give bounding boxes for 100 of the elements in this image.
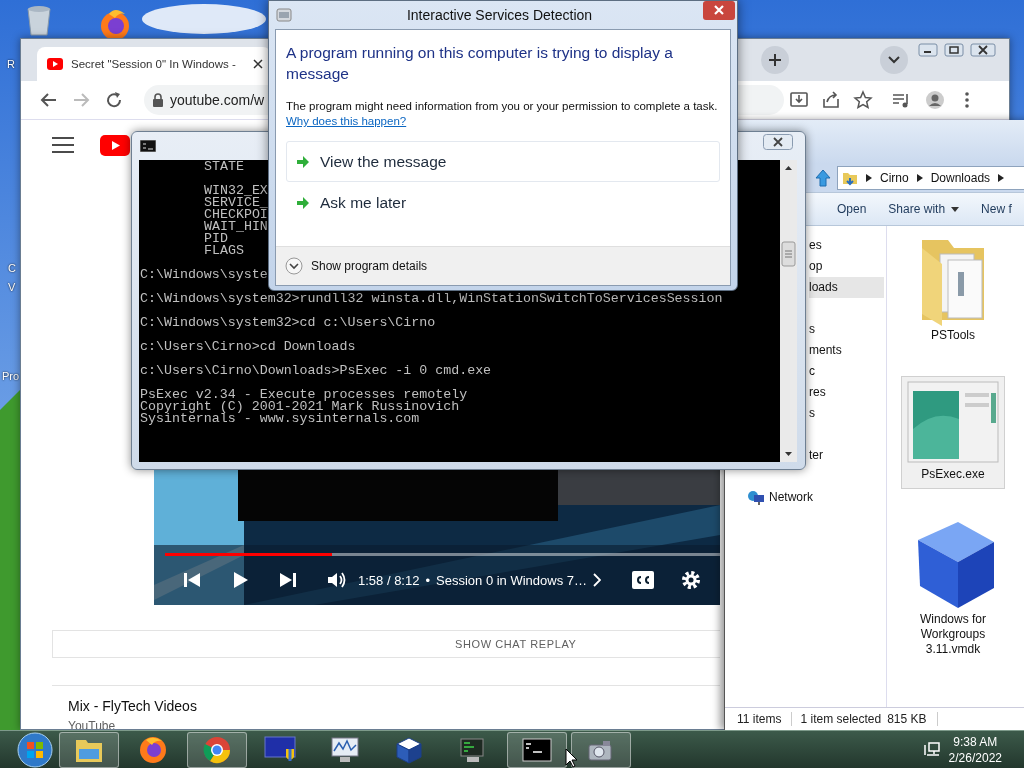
network-icon[interactable] (922, 741, 941, 759)
console-line: CHECKPOI (204, 209, 268, 221)
dialog-message: The program might need information from you or your permission to complete a task. (286, 99, 719, 113)
taskbar-button[interactable] (507, 732, 567, 768)
navigation-item[interactable]: res (809, 382, 886, 403)
file-item[interactable]: Windows for Workgroups 3.11.vmdk (901, 515, 1005, 664)
file-item[interactable]: PsExec.exe (901, 376, 1005, 489)
plus-icon (768, 53, 782, 67)
previous-icon[interactable] (182, 571, 202, 589)
firefox-icon (138, 735, 168, 765)
next-icon[interactable] (278, 571, 298, 589)
console-line: Copyright (C) 2001-2021 Mark Russinovich (140, 401, 460, 413)
navigation-item[interactable]: ments (809, 340, 886, 361)
console-line: PID (204, 233, 228, 245)
navigation-item[interactable]: s (809, 403, 886, 424)
settings-icon[interactable] (680, 569, 702, 591)
caret-down-icon (951, 206, 960, 212)
clock-date: 2/26/2022 (948, 750, 1002, 766)
show-chat-replay-button[interactable]: SHOW CHAT REPLAY (52, 630, 720, 658)
console-line: SERVICE_ (204, 197, 268, 209)
playlist-title: Mix - FlyTech Videos (68, 698, 198, 714)
show-details-button[interactable]: Show program details (285, 257, 428, 275)
browser-tab[interactable]: Secret "Session 0" In Windows - (37, 47, 271, 81)
caret-right-icon[interactable] (866, 174, 872, 182)
folder-icon (842, 170, 858, 186)
chevron-down-icon (888, 56, 900, 64)
console-line: C:\Windows\syste (140, 269, 268, 281)
caret-right-icon[interactable] (916, 174, 923, 182)
profile-icon[interactable] (925, 90, 945, 110)
clock-time: 9:38 AM (953, 734, 998, 750)
arrow-right-icon (296, 195, 310, 210)
clock[interactable]: 9:38 AM 2/26/2022 (948, 734, 1002, 766)
file-name: PsExec.exe (920, 467, 986, 482)
navigation-item[interactable]: ter (809, 445, 886, 466)
program-window-icon (905, 379, 1001, 465)
performance-monitor-icon (330, 735, 360, 765)
volume-icon[interactable] (326, 570, 348, 590)
share-icon[interactable] (821, 90, 841, 110)
close-icon[interactable] (253, 59, 263, 69)
console-line: WIN32_EX (204, 185, 268, 197)
lock-icon (152, 93, 164, 107)
minimize-icon[interactable] (918, 43, 938, 57)
separator-dot: • (425, 572, 430, 588)
program-icon (276, 7, 292, 23)
chrome-icon (202, 735, 232, 765)
start-button[interactable] (15, 731, 55, 768)
taskbar-button[interactable] (571, 732, 631, 768)
chevron-right-icon[interactable] (593, 573, 602, 587)
console-line: Sysinternals - www.sysinternals.com (140, 413, 420, 425)
install-icon[interactable] (789, 90, 809, 110)
cursor-icon (565, 748, 578, 768)
selection-size: 815 KB (887, 712, 938, 726)
console-line: C:\Windows\system32>cd c:\Users\Cirno (140, 317, 436, 329)
up-arrow-icon[interactable] (815, 169, 831, 187)
console-line: WAIT_HIN (204, 221, 268, 233)
breadcrumb-item[interactable]: Cirno (880, 171, 909, 185)
item-count: 11 items (737, 712, 793, 726)
toolbar-button[interactable]: New f (973, 198, 1020, 220)
console-line: c:\Users\Cirno\Downloads>PsExec -i 0 cmd.exe (140, 365, 492, 377)
navigation-item[interactable]: es (809, 235, 886, 256)
navigation-item[interactable]: c (809, 361, 886, 382)
navigation-item[interactable]: loads (809, 277, 884, 298)
console-line: STATE (204, 161, 244, 173)
cube-icon (394, 735, 424, 765)
desktop-icon-label[interactable]: R (7, 58, 15, 70)
breadcrumb-item[interactable]: Downloads (930, 171, 991, 185)
command-link[interactable]: View the message (286, 141, 720, 182)
new-tab-button[interactable] (761, 46, 789, 74)
close-icon[interactable] (763, 134, 793, 150)
console-line: c:\Users\Cirno>cd Downloads (140, 341, 356, 353)
toolbar-button[interactable]: Open (829, 198, 875, 220)
window-title: Interactive Services Detection (405, 7, 594, 23)
console-icon (522, 738, 552, 762)
captions-icon[interactable] (632, 571, 654, 589)
dialog-heading: A program running on this computer is trying to display a message (286, 43, 674, 84)
address-bar[interactable]: Cirno Downloads (837, 166, 1024, 190)
scrollbar[interactable] (780, 160, 797, 462)
file-item[interactable]: PSTools (901, 231, 1005, 350)
navigation-item[interactable]: op (809, 256, 886, 277)
maximize-icon[interactable] (944, 43, 964, 57)
chevron-down-icon (285, 257, 303, 275)
console-icon (140, 140, 156, 152)
close-icon[interactable] (970, 43, 996, 57)
file-name: PSTools (930, 328, 976, 343)
youtube-logo[interactable] (100, 134, 130, 156)
chapter-title[interactable]: Session 0 in Windows 7… (436, 572, 588, 588)
menu-icon[interactable] (52, 137, 74, 153)
youtube-icon (47, 58, 63, 70)
help-link[interactable]: Why does this happen? (286, 115, 407, 127)
taskbar-button[interactable] (187, 732, 247, 768)
toolbar-button[interactable]: Share with (880, 198, 968, 220)
arrow-right-icon (296, 154, 310, 169)
reload-icon[interactable] (104, 90, 124, 110)
navigation-item[interactable]: s (809, 319, 886, 340)
network-icon (747, 489, 765, 506)
caret-right-icon[interactable] (998, 174, 1005, 182)
star-icon[interactable] (853, 90, 873, 110)
tab-search-button[interactable] (880, 46, 908, 74)
console-line: C:\Windows\system32>rundll32 winsta.dll,WinStationSwitchToServicesSession (140, 293, 723, 305)
navigation-item[interactable]: Network (769, 487, 813, 508)
